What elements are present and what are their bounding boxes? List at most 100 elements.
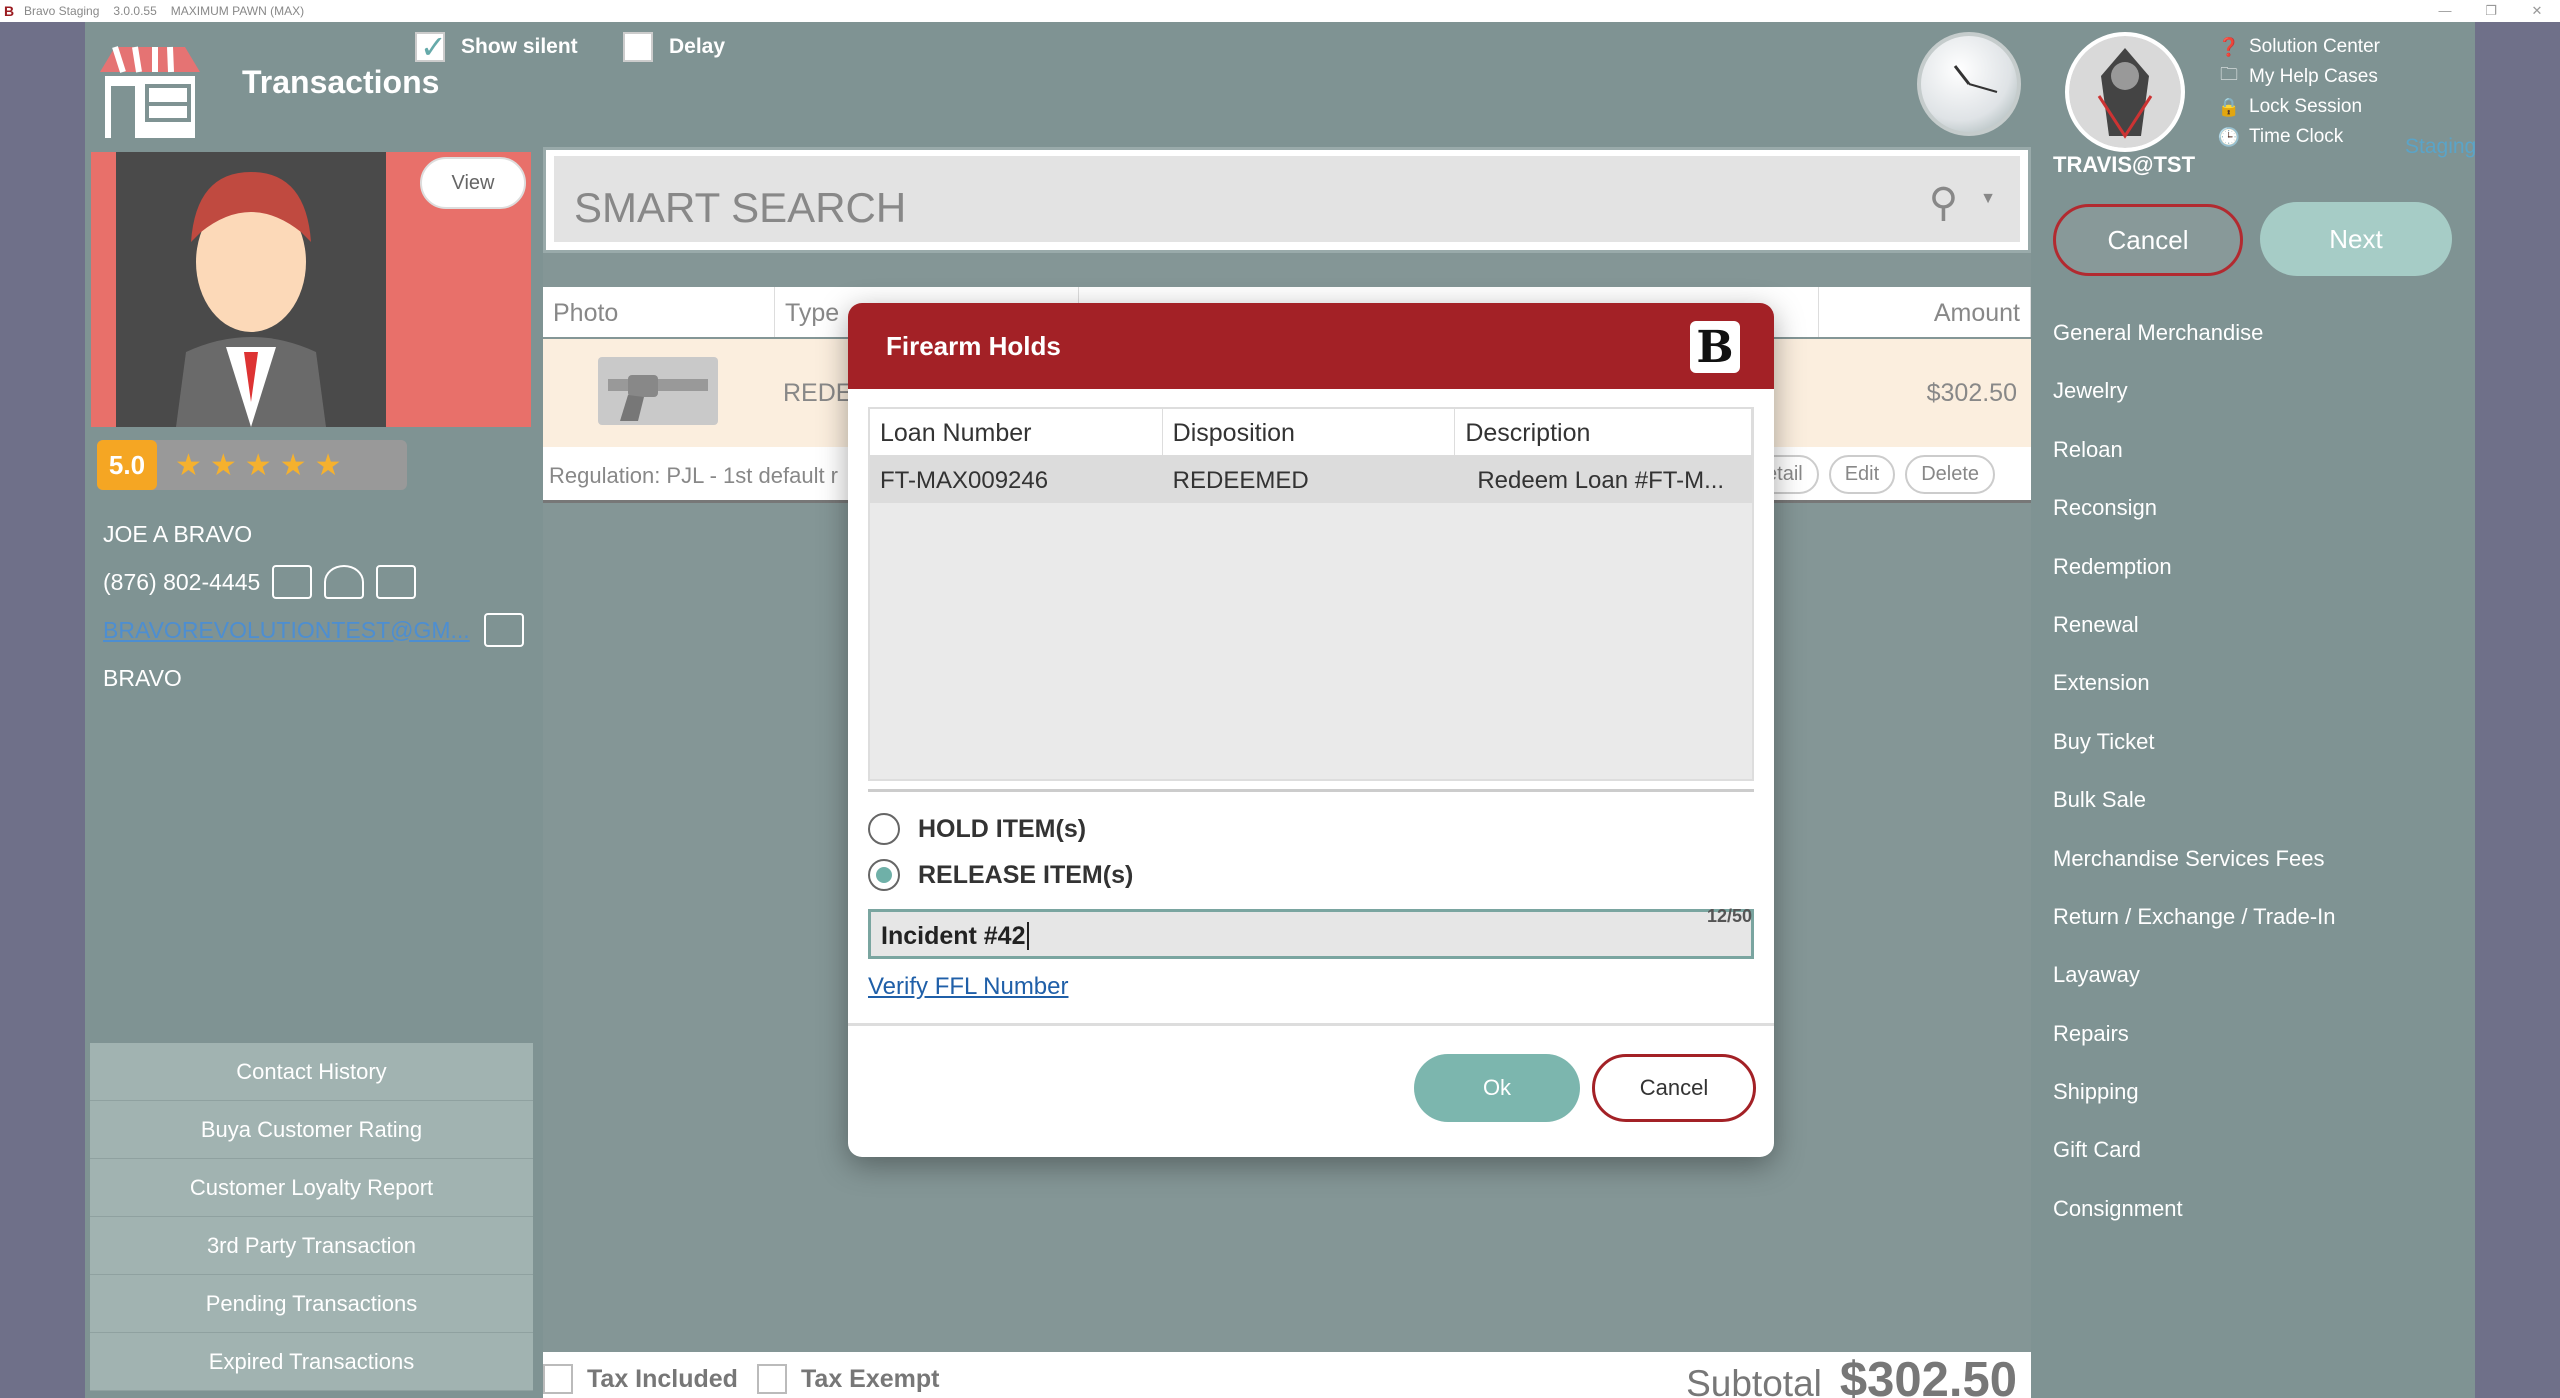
menu-item-consignment[interactable]: Consignment (2053, 1180, 2336, 1238)
close-icon[interactable]: ✕ (2514, 0, 2560, 22)
description: Redeem Loan #FT-M... (1477, 467, 1725, 494)
menu-item-merchandise-services-fees[interactable]: Merchandise Services Fees (2053, 830, 2336, 888)
sms-icon[interactable] (272, 565, 313, 599)
table-row[interactable]: FT-MAX009246 REDEEMED Redeem Loan #FT-M.… (870, 455, 1752, 503)
incident-input[interactable]: Incident #42 (868, 909, 1754, 959)
view-customer-button[interactable]: View (420, 157, 526, 209)
menu-item-buy-ticket[interactable]: Buy Ticket (2053, 713, 2336, 771)
search-input[interactable]: SMART SEARCH ⚲ ▼ (554, 156, 2020, 242)
incident-input-value: Incident #42 (881, 922, 1026, 950)
customer-note: BRAVO (103, 664, 182, 691)
row-actions: Detail Edit Delete (1735, 455, 1995, 494)
delete-button[interactable]: Delete (1905, 455, 1995, 494)
clock-hands (1953, 65, 1998, 93)
pending-transactions-button[interactable]: Pending Transactions (90, 1275, 533, 1333)
checkbox-box[interactable] (623, 32, 653, 62)
row-type: REDE (783, 379, 853, 407)
rating-score: 5.0 (97, 440, 157, 490)
menu-item-extension[interactable]: Extension (2053, 654, 2336, 712)
tax-included-label: Tax Included (587, 1364, 738, 1393)
menu-item-general-merchandise[interactable]: General Merchandise (2053, 304, 2336, 362)
time-clock-link[interactable]: 🕒 Time Clock (2217, 122, 2380, 152)
expired-transactions-button[interactable]: Expired Transactions (90, 1333, 533, 1391)
subtotal: Subtotal $302.50 (1686, 1352, 2017, 1398)
minimize-icon[interactable]: — (2422, 0, 2468, 22)
solution-center-link[interactable]: ❓ Solution Center (2217, 32, 2380, 62)
cancel-button[interactable]: Cancel (2053, 204, 2243, 276)
lock-session-link[interactable]: 🔒 Lock Session (2217, 92, 2380, 122)
show-silent-checkbox[interactable]: Show silent (415, 28, 578, 66)
user-avatar-image (2069, 36, 2181, 148)
menu-item-return-exchange[interactable]: Return / Exchange / Trade-In (2053, 888, 2336, 946)
app-version: 3.0.0.55 (113, 4, 157, 18)
bravo-logo-icon: B (1690, 321, 1740, 373)
menu-item-redemption[interactable]: Redemption (2053, 538, 2336, 596)
char-count: 12/50 (1706, 906, 1752, 926)
rating-stars: ★★★★★ (175, 448, 350, 482)
third-party-transaction-button[interactable]: 3rd Party Transaction (90, 1217, 533, 1275)
restore-icon[interactable]: ❐ (2468, 0, 2514, 22)
customer-actions-menu: Contact History Buya Customer Rating Cus… (90, 1043, 533, 1391)
dialog-header: Firearm Holds B (848, 303, 1774, 389)
folder-icon: 🗀 (2220, 64, 2238, 84)
radio-button[interactable] (868, 813, 900, 845)
thumbs-up-icon[interactable] (376, 565, 417, 599)
chevron-down-icon[interactable]: ▼ (1980, 190, 1996, 208)
window-titlebar: B Bravo Staging 3.0.0.55 MAXIMUM PAWN (M… (0, 0, 2560, 22)
tax-exempt-checkbox[interactable]: Tax Exempt (757, 1364, 939, 1394)
store-name: MAXIMUM PAWN (MAX) (170, 4, 305, 18)
divider (848, 1023, 1774, 1026)
revolver-icon (608, 375, 708, 421)
staging-label: Staging (2405, 135, 2477, 158)
col-description: Description (1455, 409, 1752, 455)
app-logo-icon: B (4, 3, 15, 19)
edit-button[interactable]: Edit (1828, 455, 1896, 494)
menu-item-repairs[interactable]: Repairs (2053, 1005, 2336, 1063)
customer-loyalty-report-button[interactable]: Customer Loyalty Report (90, 1159, 533, 1217)
user-avatar[interactable] (2065, 32, 2185, 152)
hold-items-radio[interactable]: HOLD ITEM(s) (868, 813, 1086, 845)
my-help-cases-link[interactable]: 🗀 My Help Cases (2217, 62, 2380, 92)
verify-ffl-link[interactable]: Verify FFL Number (868, 973, 1069, 1001)
menu-item-jewelry[interactable]: Jewelry (2053, 362, 2336, 420)
menu-item-shipping[interactable]: Shipping (2053, 1063, 2336, 1121)
disposition: REDEEMED (1172, 467, 1309, 494)
buya-customer-rating-button[interactable]: Buya Customer Rating (90, 1101, 533, 1159)
customer-phone: (876) 802-4445 (103, 568, 261, 595)
checkbox-box[interactable] (757, 1364, 787, 1394)
smart-search: SMART SEARCH ⚲ ▼ (543, 147, 2031, 253)
my-help-cases-label: My Help Cases (2249, 66, 2378, 87)
delay-checkbox[interactable]: Delay (623, 32, 725, 62)
clock-small-icon: 🕒 (2217, 126, 2241, 147)
release-items-radio[interactable]: RELEASE ITEM(s) (868, 859, 1133, 891)
checkbox-box[interactable] (415, 28, 447, 66)
radio-button[interactable] (868, 859, 900, 891)
next-button[interactable]: Next (2260, 202, 2452, 276)
menu-item-gift-card[interactable]: Gift Card (2053, 1121, 2336, 1179)
help-links: ❓ Solution Center 🗀 My Help Cases 🔒 Lock Se… (2217, 32, 2380, 152)
bell-icon[interactable] (324, 565, 365, 599)
text-cursor (1026, 922, 1029, 950)
col-amount: Amount (1819, 287, 2031, 337)
menu-item-layaway[interactable]: Layaway (2053, 946, 2336, 1004)
checkbox-box[interactable] (543, 1364, 573, 1394)
menu-item-reconsign[interactable]: Reconsign (2053, 479, 2336, 537)
subtotal-value: $302.50 (1839, 1353, 2017, 1398)
transaction-type-menu: General Merchandise Jewelry Reloan Recon… (2053, 304, 2336, 1238)
customer-email-link[interactable]: BRAVOREVOLUTIONTEST@GM... (103, 617, 470, 644)
tax-included-checkbox[interactable]: Tax Included (543, 1364, 738, 1394)
col-loan-number: Loan Number (870, 409, 1163, 455)
ok-button[interactable]: Ok (1414, 1054, 1580, 1122)
menu-item-bulk-sale[interactable]: Bulk Sale (2053, 771, 2336, 829)
dialog-cancel-button[interactable]: Cancel (1592, 1054, 1756, 1122)
holds-table-header: Loan Number Disposition Description (870, 409, 1752, 455)
search-icon[interactable]: ⚲ (1929, 180, 1958, 226)
menu-item-renewal[interactable]: Renewal (2053, 596, 2336, 654)
contact-history-button[interactable]: Contact History (90, 1043, 533, 1101)
lock-icon: 🔒 (2217, 96, 2241, 117)
menu-item-reloan[interactable]: Reloan (2053, 421, 2336, 479)
subtotal-label: Subtotal (1686, 1363, 1822, 1398)
col-disposition: Disposition (1163, 409, 1456, 455)
customer-info: JOE A BRAVO (876) 802-4445 BRAVOREVOLUTI… (103, 510, 524, 702)
mail-icon[interactable] (483, 613, 524, 647)
